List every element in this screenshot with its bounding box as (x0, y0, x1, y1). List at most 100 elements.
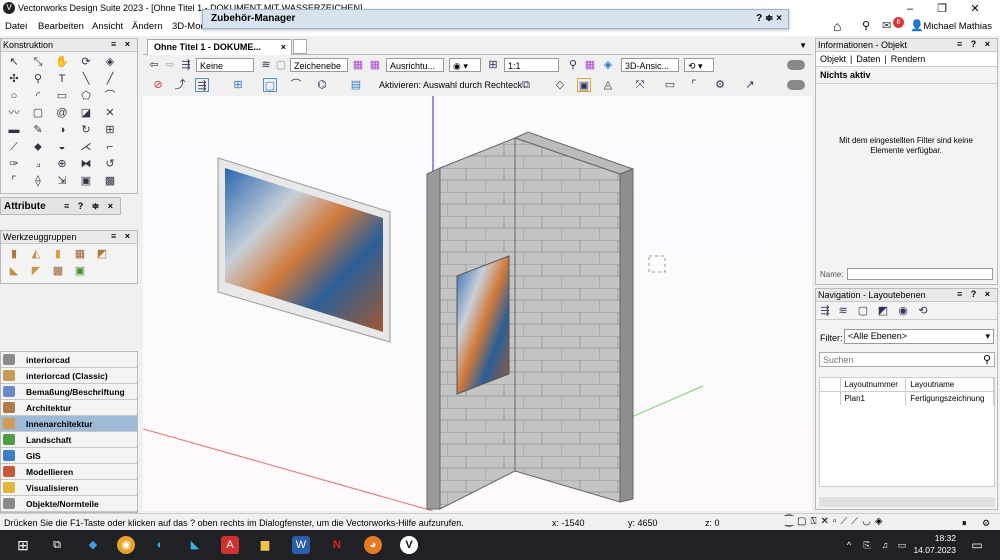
activate-settings-icon[interactable]: ▤ (349, 78, 363, 92)
furniture-group-icon[interactable]: ▦ (70, 247, 90, 262)
category-item[interactable]: Visualisieren (1, 480, 137, 496)
scale-field[interactable]: 1:1 (504, 58, 559, 72)
snap-tool-icon[interactable]: ✣ (4, 72, 24, 87)
text-tool-icon[interactable]: T (52, 72, 72, 87)
name-field[interactable] (847, 268, 993, 280)
drag-tool-icon[interactable]: ⇲ (52, 174, 72, 189)
frame-tool-icon[interactable]: ▣ (76, 174, 96, 189)
category-item[interactable]: interiorcad (Classic) (1, 368, 137, 384)
task-view-icon[interactable]: ⧉ (48, 536, 66, 554)
menu-aendern[interactable]: Ändern (132, 21, 163, 32)
windows-start-icon[interactable]: ⊞ (14, 536, 32, 554)
attribute-tool-icon[interactable]: ⬥ (28, 140, 48, 155)
eyedropper-tool-icon[interactable]: ⟋ (4, 140, 24, 155)
user-name[interactable]: Michael Mathias (923, 21, 992, 32)
info-controls[interactable]: ≡ ? × (957, 39, 993, 49)
search-input[interactable]: Suchen ⚲ (819, 352, 995, 367)
dialog-controls[interactable]: ? ≑ × (756, 13, 782, 24)
shape-options-icon[interactable]: ◬ (601, 78, 615, 92)
line-tool-icon[interactable]: ╱ (100, 72, 120, 87)
document-tab[interactable]: Ohne Titel 1 - DOKUME... × (147, 39, 292, 55)
notifications-icon[interactable]: ▭ (968, 536, 986, 554)
class-dropdown[interactable]: Keine (196, 58, 254, 72)
forward-icon[interactable]: ⇨ (163, 58, 177, 72)
snap-points-icon[interactable]: ⤴ (173, 78, 187, 92)
wall-right-face[interactable] (514, 137, 621, 503)
sketch-app-icon[interactable]: ◣ (186, 536, 204, 554)
rect-select-icon[interactable]: ▢ (263, 78, 277, 92)
zubehoer-manager-dialog[interactable]: Zubehör-Manager ? ≑ × (202, 9, 789, 29)
category-item[interactable]: Landschaft (1, 432, 137, 448)
split-tool-icon[interactable]: ✕ (100, 106, 120, 121)
pan-tool-icon[interactable]: ✋ (52, 55, 72, 70)
attribute-controls[interactable]: ≡ ? ≑ × (64, 201, 116, 212)
offset-tool-icon[interactable]: ⊞ (100, 123, 120, 138)
layer-stack-icon[interactable]: ≋ (259, 58, 273, 72)
snap-grid-icon[interactable]: ⇶ (195, 78, 209, 92)
settings-icon[interactable]: ⚙ (982, 518, 990, 529)
shelf-group-icon[interactable]: ◩ (92, 247, 112, 262)
search-icon[interactable]: ⚲ (862, 19, 870, 32)
lasso-icon[interactable]: ⌒ (289, 78, 303, 92)
polyline-tool-icon[interactable]: ⌒ (100, 89, 120, 104)
trim-tool-icon[interactable]: ⋌ (76, 140, 96, 155)
mirror-tool-icon[interactable]: ◑ (52, 123, 72, 138)
menu-bearbeiten[interactable]: Bearbeiten (38, 21, 84, 32)
minimize-button[interactable]: – (895, 0, 925, 18)
menu-ansicht[interactable]: Ansicht (92, 21, 123, 32)
lighting-dropdown[interactable]: ⟲ ▾ (684, 58, 714, 72)
dimension-tool-icon[interactable]: ╲ (76, 72, 96, 87)
viewports-nav-icon[interactable]: ◩ (876, 304, 890, 318)
category-item[interactable]: Modellieren (1, 464, 137, 480)
layer-options-icon[interactable]: ▢ (274, 58, 288, 72)
corner-icon[interactable]: ⌜ (687, 78, 701, 92)
edge-icon[interactable]: ◐ (151, 536, 169, 554)
rotate-tool-icon[interactable]: ↻ (76, 123, 96, 138)
vectorworks-taskbar-icon[interactable]: V (400, 536, 418, 554)
filter-dropdown[interactable]: <Alle Ebenen> ▾ (844, 329, 994, 344)
snap-toggles[interactable]: ⁐▢⍂✕▫⟋⟋◡◈ (785, 516, 887, 527)
pause-button[interactable]: ⏸ (962, 518, 967, 529)
word-icon[interactable]: W (292, 536, 310, 554)
resize-icon[interactable]: ⤧ (633, 78, 647, 92)
category-item[interactable]: interiorcad (1, 352, 137, 368)
new-tab-button[interactable] (293, 39, 307, 54)
notification-icon[interactable]: ✉ (882, 19, 891, 32)
attribute-palette[interactable]: Attribute ≡ ? ≑ × (0, 197, 121, 215)
layer-grid-icon[interactable]: ▦ (351, 58, 365, 72)
flip-tool-icon[interactable]: ⧓ (76, 157, 96, 172)
eraser-tool-icon[interactable]: ◪ (76, 106, 96, 121)
layers-nav-icon[interactable]: ≋ (836, 304, 850, 318)
category-item[interactable]: Innenarchitektur (1, 416, 137, 432)
polygon-select-icon[interactable]: ⌬ (315, 78, 329, 92)
zoom-tool-icon[interactable]: ⚲ (28, 72, 48, 87)
panel-group-icon[interactable]: ◤ (26, 264, 46, 279)
firefox-icon[interactable]: ◕ (364, 536, 382, 554)
box-icon[interactable]: ▭ (663, 78, 677, 92)
close-window-button[interactable]: ✕ (960, 0, 990, 18)
render-dropdown[interactable]: ◉ ▾ (449, 58, 481, 72)
tab-rendern[interactable]: Rendern (887, 52, 930, 66)
category-item[interactable]: Architektur (1, 400, 137, 416)
view-grid-icon[interactable]: ▦ (583, 58, 597, 72)
back-icon[interactable]: ⇦ (147, 58, 161, 72)
netflix-icon[interactable]: N (328, 536, 346, 554)
chamfer-tool-icon[interactable]: ⟓ (28, 157, 48, 172)
fillet-tool-icon[interactable]: ⌐ (100, 140, 120, 155)
measure-icon[interactable]: ↗ (743, 78, 757, 92)
counter-group-icon[interactable]: ◣ (4, 264, 24, 279)
horizontal-scrollbar[interactable] (819, 497, 995, 507)
constrain-icon[interactable]: ⊞ (231, 78, 245, 92)
extrude-tool-icon[interactable]: ⟠ (28, 174, 48, 189)
rounded-rect-tool-icon[interactable]: ▢ (28, 106, 48, 121)
tab-objekt[interactable]: Objekt (816, 52, 850, 66)
circle-tool-icon[interactable]: ○ (4, 89, 24, 104)
col-layoutnummer[interactable]: Layoutnummer (840, 378, 907, 392)
view-dropdown[interactable]: 3D-Ansic... (621, 58, 679, 72)
saved-views-nav-icon[interactable]: ◉ (896, 304, 910, 318)
layer-dropdown[interactable]: Zeichenebe (290, 58, 348, 72)
tray-up-icon[interactable]: ^ (840, 536, 858, 554)
category-item[interactable]: Bemaßung/Beschriftung (1, 384, 137, 400)
search-icon[interactable]: ⚲ (983, 353, 991, 366)
table-row[interactable]: Plan1 Fertigungszeichnung (820, 391, 994, 405)
